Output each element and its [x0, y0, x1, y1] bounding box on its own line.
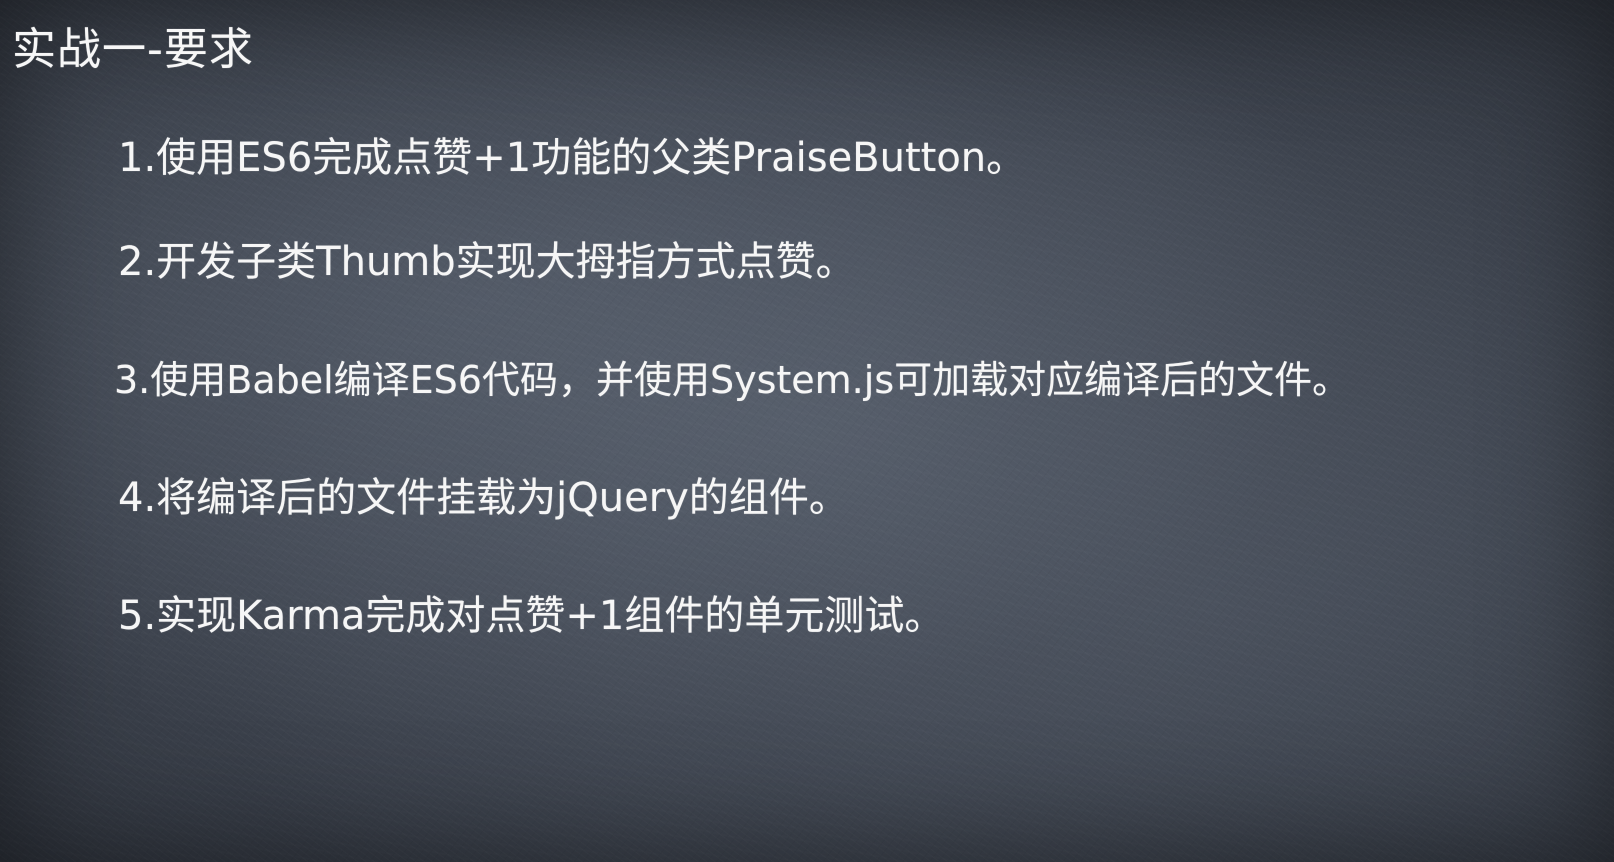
requirement-item-4: 4.将编译后的文件挂载为jQuery的组件。	[118, 475, 849, 521]
chalkboard-slide: 实战一-要求 1.使用ES6完成点赞+1功能的父类PraiseButton。 2…	[0, 0, 1614, 862]
chalkboard-texture	[0, 0, 1614, 862]
requirement-item-1: 1.使用ES6完成点赞+1功能的父类PraiseButton。	[118, 135, 1027, 181]
requirement-item-2: 2.开发子类Thumb实现大拇指方式点赞。	[118, 239, 856, 285]
slide-title: 实战一-要求	[12, 24, 254, 75]
requirement-item-3: 3.使用Babel编译ES6代码，并使用System.js可加载对应编译后的文件…	[114, 358, 1351, 402]
requirement-item-5: 5.实现Karma完成对点赞+1组件的单元测试。	[118, 593, 945, 639]
slide-vignette	[0, 0, 1614, 862]
